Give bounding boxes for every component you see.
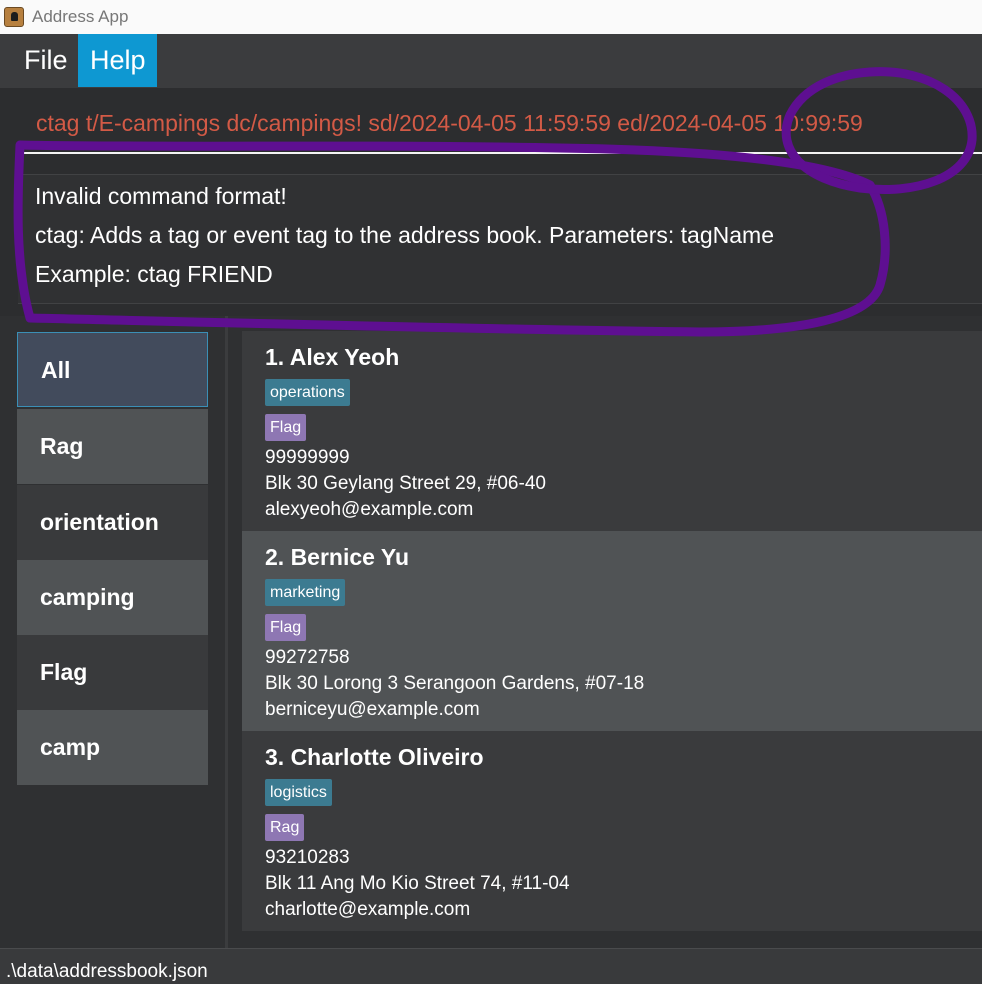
title-bar: Address App [0,0,982,34]
command-area: ctag t/E-campings dc/campings! sd/2024-0… [0,88,982,316]
menu-help[interactable]: Help [78,34,157,87]
result-line-error: Invalid command format! [35,183,287,209]
command-input[interactable]: ctag t/E-campings dc/campings! sd/2024-0… [18,88,982,153]
result-line-usage: ctag: Adds a tag or event tag to the add… [35,222,774,248]
event-badge: Rag [265,814,305,841]
person-card[interactable]: 2. Bernice Yu marketing Flag 99272758 Bl… [242,531,982,731]
tag-item-flag[interactable]: Flag [17,635,208,710]
tag-item-rag[interactable]: Rag [17,409,208,484]
save-location: .\data\addressbook.json [6,961,208,982]
person-phone: 99999999 [265,447,350,468]
person-email: berniceyu@example.com [265,699,480,720]
role-badge: marketing [265,579,346,606]
person-name: 1. Alex Yeoh [265,344,400,370]
person-email: charlotte@example.com [265,899,471,920]
tag-item-all[interactable]: All [17,332,208,407]
window-title: Address App [32,7,129,26]
person-address: Blk 30 Lorong 3 Serangoon Gardens, #07-1… [265,673,645,694]
menu-file[interactable]: File [12,34,80,87]
person-card[interactable]: 1. Alex Yeoh operations Flag 99999999 Bl… [242,331,982,531]
command-underline [18,152,982,154]
person-email: alexyeoh@example.com [265,499,474,520]
menu-bar: File Help [0,34,982,88]
main-area: All Rag orientation camping Flag camp 1.… [0,316,982,948]
person-phone: 93210283 [265,847,350,868]
result-line-example: Example: ctag FRIEND [35,261,273,287]
address-book-icon [4,7,24,27]
role-badge: operations [265,379,350,406]
tag-item-camp[interactable]: camp [17,710,208,785]
tag-item-camping[interactable]: camping [17,560,208,635]
tag-sidebar: All Rag orientation camping Flag camp [0,316,225,948]
event-badge: Flag [265,614,307,641]
event-badge: Flag [265,414,307,441]
status-bar: .\data\addressbook.json [0,948,982,984]
role-badge: logistics [265,779,332,806]
person-name: 2. Bernice Yu [265,544,410,570]
person-name: 3. Charlotte Oliveiro [265,744,484,770]
tag-item-orientation[interactable]: orientation [17,485,208,560]
person-address: Blk 11 Ang Mo Kio Street 74, #11-04 [265,873,570,894]
person-address: Blk 30 Geylang Street 29, #06-40 [265,473,546,494]
person-phone: 99272758 [265,647,350,668]
person-list[interactable]: 1. Alex Yeoh operations Flag 99999999 Bl… [228,316,982,948]
result-display[interactable]: Invalid command format! ctag: Adds a tag… [18,174,982,304]
person-card[interactable]: 3. Charlotte Oliveiro logistics Rag 9321… [242,731,982,931]
command-text[interactable]: ctag t/E-campings dc/campings! sd/2024-0… [36,110,863,137]
